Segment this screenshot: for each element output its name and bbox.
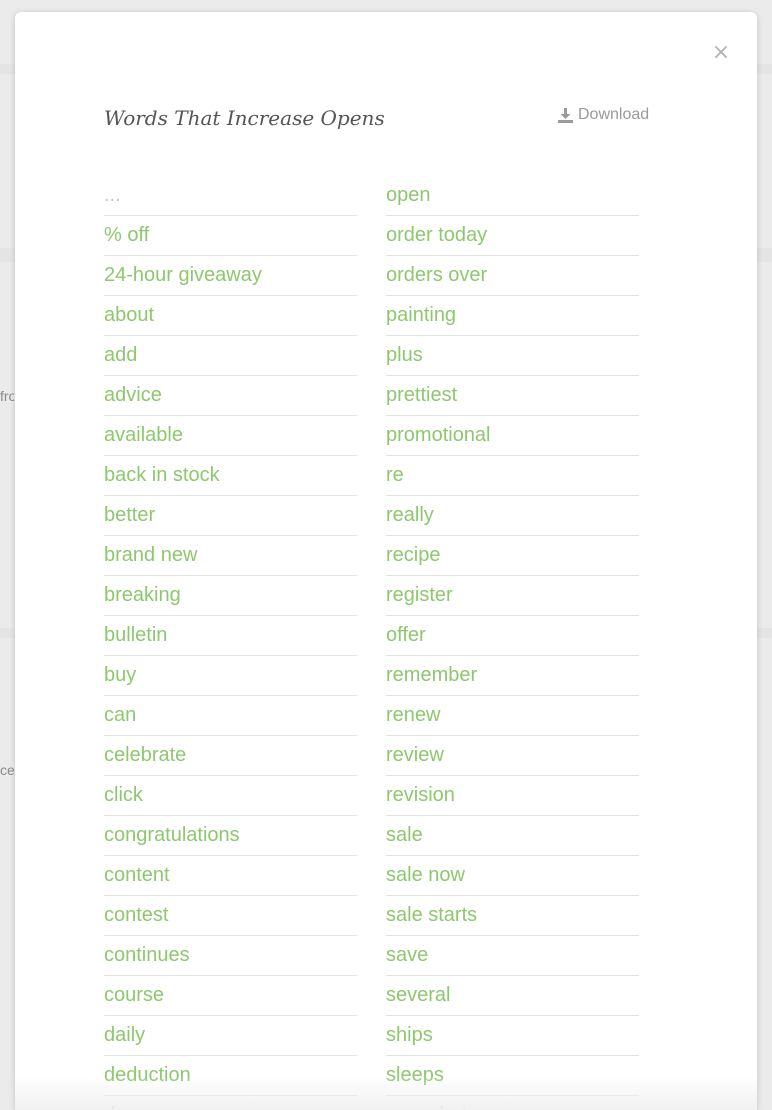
word-item[interactable]: recipe bbox=[386, 536, 639, 576]
word-item[interactable]: brand new bbox=[104, 536, 357, 576]
word-item[interactable]: sale bbox=[386, 816, 639, 856]
word-item[interactable]: promotional bbox=[386, 416, 639, 456]
word-item[interactable]: celebrate bbox=[104, 736, 357, 776]
word-item[interactable]: available bbox=[104, 416, 357, 456]
words-modal: × Words That Increase Opens Download ...… bbox=[15, 12, 757, 1110]
word-item[interactable]: sleeps bbox=[386, 1056, 639, 1096]
word-item[interactable]: congratulations bbox=[104, 816, 357, 856]
word-item[interactable]: daily bbox=[104, 1016, 357, 1056]
word-list-right: open order today orders over painting plus pr… bbox=[386, 176, 639, 1110]
word-item[interactable]: snapshot bbox=[386, 1096, 639, 1110]
close-icon[interactable]: × bbox=[712, 40, 730, 65]
download-button[interactable]: Download bbox=[558, 104, 649, 126]
word-item[interactable]: bulletin bbox=[104, 616, 357, 656]
word-item[interactable]: ... bbox=[104, 176, 357, 216]
word-item[interactable]: about bbox=[104, 296, 357, 336]
word-item[interactable]: painting bbox=[386, 296, 639, 336]
word-item[interactable]: sale now bbox=[386, 856, 639, 896]
word-item[interactable]: % off bbox=[104, 216, 357, 256]
word-item[interactable]: continues bbox=[104, 936, 357, 976]
word-item[interactable]: remember bbox=[386, 656, 639, 696]
word-item[interactable]: offer bbox=[386, 616, 639, 656]
word-item[interactable]: orders over bbox=[386, 256, 639, 296]
word-item[interactable]: save bbox=[386, 936, 639, 976]
word-item[interactable]: contest bbox=[104, 896, 357, 936]
word-list-left: ...% off 24-hour giveaway about add advice av… bbox=[104, 176, 357, 1110]
word-item[interactable]: advice bbox=[104, 376, 357, 416]
word-item[interactable]: back in stock bbox=[104, 456, 357, 496]
close-button[interactable]: × bbox=[708, 40, 734, 66]
word-item[interactable]: re bbox=[386, 456, 639, 496]
word-item[interactable]: ships bbox=[386, 1016, 639, 1056]
word-item[interactable]: register bbox=[386, 576, 639, 616]
word-item[interactable]: revision bbox=[386, 776, 639, 816]
word-item[interactable]: 24-hour giveaway bbox=[104, 256, 357, 296]
word-item[interactable]: buy bbox=[104, 656, 357, 696]
modal-title: Words That Increase Opens bbox=[104, 106, 385, 130]
word-item[interactable]: prettiest bbox=[386, 376, 639, 416]
word-item[interactable]: review bbox=[386, 736, 639, 776]
word-item[interactable]: open bbox=[386, 176, 639, 216]
word-item[interactable]: can bbox=[104, 696, 357, 736]
background-text-fragment: ce bbox=[0, 762, 14, 778]
word-item[interactable]: breaking bbox=[104, 576, 357, 616]
background-text-fragment: fro bbox=[0, 388, 14, 404]
word-item[interactable]: order today bbox=[386, 216, 639, 256]
word-item[interactable]: click bbox=[104, 776, 357, 816]
word-item[interactable]: renew bbox=[386, 696, 639, 736]
word-item[interactable]: several bbox=[386, 976, 639, 1016]
word-item[interactable]: really bbox=[386, 496, 639, 536]
download-label[interactable]: Download bbox=[578, 106, 649, 124]
word-item[interactable]: content bbox=[104, 856, 357, 896]
word-item[interactable]: deserve bbox=[104, 1096, 357, 1110]
word-item[interactable]: plus bbox=[386, 336, 639, 376]
word-item[interactable]: add bbox=[104, 336, 357, 376]
download-icon bbox=[558, 107, 573, 123]
word-item[interactable]: better bbox=[104, 496, 357, 536]
word-item[interactable]: deduction bbox=[104, 1056, 357, 1096]
word-item[interactable]: course bbox=[104, 976, 357, 1016]
word-item[interactable]: sale starts bbox=[386, 896, 639, 936]
